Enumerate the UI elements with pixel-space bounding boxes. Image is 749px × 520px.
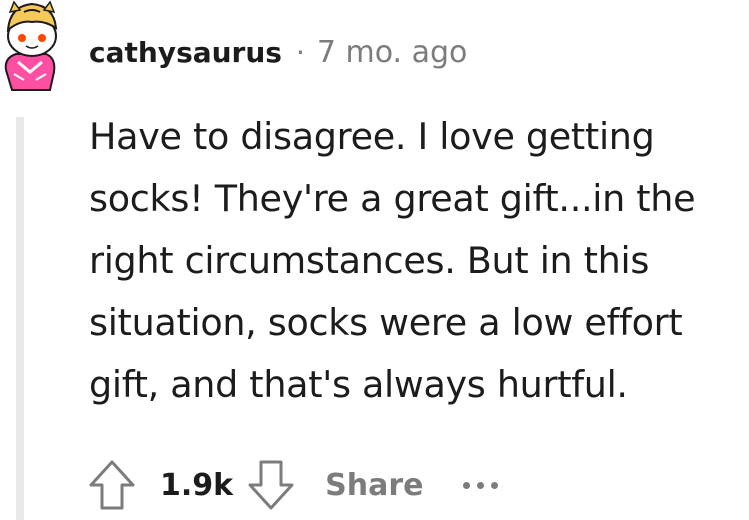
- arrow-down-icon: [248, 460, 294, 510]
- comment-header: cathysaurus · 7 mo. ago: [89, 30, 467, 74]
- more-options-icon: [491, 481, 499, 489]
- more-options-icon: [463, 481, 471, 489]
- more-options-button[interactable]: [463, 465, 499, 505]
- comment-body: Have to disagree. I love getting socks! …: [89, 115, 696, 406]
- share-button[interactable]: Share: [325, 468, 423, 503]
- separator-dot: ·: [295, 35, 305, 69]
- vote-score: 1.9k: [160, 467, 234, 503]
- more-options-icon: [477, 481, 485, 489]
- upvote-button[interactable]: [82, 455, 142, 515]
- avatar[interactable]: [0, 0, 68, 96]
- snoo-avatar-icon: [4, 0, 58, 91]
- comment-actions: 1.9k Share: [82, 455, 499, 515]
- thread-collapse-line[interactable]: [16, 117, 24, 520]
- arrow-up-icon: [89, 460, 135, 510]
- downvote-button[interactable]: [241, 455, 301, 515]
- username-link[interactable]: cathysaurus: [89, 36, 282, 69]
- timestamp-link[interactable]: 7 mo. ago: [317, 35, 468, 70]
